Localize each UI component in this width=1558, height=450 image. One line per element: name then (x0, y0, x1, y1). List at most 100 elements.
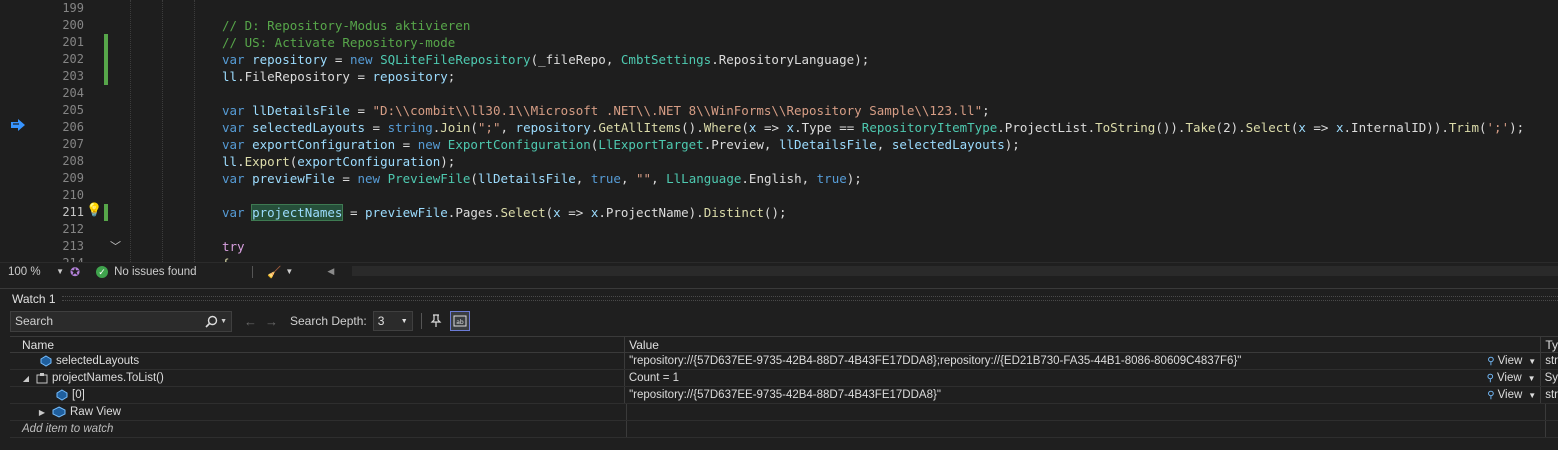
column-header-value[interactable]: Value (625, 337, 1542, 352)
method-result-icon (36, 372, 48, 384)
line-number: 207 (62, 137, 84, 151)
watch-name: [0] (72, 389, 85, 401)
chevron-down-icon: ▼ (1528, 390, 1537, 400)
line-number: 205 (62, 103, 84, 117)
watch-type-cell (1546, 421, 1550, 437)
watch-name-cell: selectedLayouts (10, 353, 626, 369)
watch-value-cell (627, 421, 1546, 437)
watch-type (1546, 404, 1550, 420)
search-depth-value: 3 (377, 314, 385, 328)
field-icon (56, 389, 68, 401)
watch-name-cell: Add item to watch (10, 421, 627, 437)
watch-type: str (1545, 389, 1558, 401)
chevron-down-icon[interactable]: ﹀ (110, 238, 121, 254)
code-line: try (222, 239, 245, 254)
watch-title-bar[interactable]: Watch 1 (0, 289, 1558, 308)
line-number-current: 211 (62, 205, 84, 219)
instruction-pointer-arrow-icon (11, 119, 25, 131)
magnifier-icon: ⚲ (1486, 372, 1494, 384)
field-icon (40, 355, 52, 367)
search-depth-select[interactable]: 3 ▼ (372, 311, 413, 331)
watch-row[interactable]: selectedLayouts "repository://{57D637EE-… (10, 353, 1558, 370)
collapse-arrow-icon[interactable]: ◢ (20, 374, 32, 383)
change-indicator (104, 34, 108, 85)
line-number: 214 (40, 255, 84, 262)
watch-value: Count = 1 (628, 372, 680, 384)
watch-name: Raw View (70, 406, 121, 418)
view-button[interactable]: ⚲ View ▼ (1487, 372, 1540, 384)
watch-toolbar: ▼ ← → Search Depth: 3 ▼ ab (0, 308, 1558, 334)
line-number: 210 (62, 188, 84, 202)
scroll-left-icon[interactable]: ◀ (327, 266, 334, 277)
watch-value-cell: Count = 1 ⚲ View ▼ (625, 370, 1541, 386)
code-line: var repository = new SQLiteFileRepositor… (222, 52, 870, 67)
line-number: 212 (62, 222, 84, 236)
search-box[interactable]: ▼ (10, 310, 232, 332)
lightbulb-icon[interactable]: 💡 (86, 202, 102, 218)
issues-label: No issues found (114, 265, 197, 278)
code-cleanup-button[interactable]: 🧹 ▼ (267, 265, 293, 279)
watch-row[interactable]: ▶ Raw View (10, 404, 1558, 421)
hex-display-icon[interactable]: ab (449, 311, 470, 331)
zoom-value: 100 % (8, 265, 41, 278)
code-line: var projectNames = previewFile.Pages.Sel… (222, 204, 787, 221)
divider (252, 265, 254, 278)
add-watch-row[interactable]: Add item to watch (10, 421, 1558, 438)
issues-indicator[interactable]: ✓ No issues found (96, 265, 252, 278)
pin-icon[interactable] (426, 311, 446, 331)
column-header-name[interactable]: Name (10, 337, 626, 352)
view-button[interactable]: ⚲ View ▼ (1487, 355, 1540, 367)
line-number: 202 (62, 52, 84, 66)
horizontal-scrollbar[interactable] (352, 266, 1558, 276)
chevron-down-icon: ▼ (56, 267, 64, 276)
code-line: ll.Export(exportConfiguration); (222, 154, 456, 169)
magnifier-icon: ⚲ (1487, 389, 1495, 401)
code-line: { (222, 255, 1558, 262)
change-indicator (104, 204, 108, 221)
line-number: 201 (62, 35, 84, 49)
code-editor[interactable]: 199 200 201 202 203 204 205 206 207 208 … (0, 0, 1558, 262)
code-line: var exportConfiguration = new ExportConf… (222, 137, 1020, 152)
line-number: 206 (62, 120, 84, 134)
indent-guide (130, 0, 131, 262)
code-line: ll.FileRepository = repository; (222, 69, 456, 84)
view-label: View (1497, 355, 1523, 367)
indent-guide (194, 0, 195, 262)
watch-row[interactable]: ◢ projectNames.ToList() Count = 1 ⚲ View… (10, 370, 1558, 387)
search-depth-label: Search Depth: (290, 314, 367, 328)
line-number: 208 (62, 154, 84, 168)
watch-value: "repository://{57D637EE-9735-42B4-88D7-4… (629, 389, 941, 401)
intellicode-icon[interactable]: ✪ (70, 265, 80, 279)
code-line: // D: Repository-Modus aktivieren (222, 18, 471, 33)
code-line: var previewFile = new PreviewFile(llDeta… (222, 171, 862, 186)
view-button[interactable]: ⚲ View ▼ (1487, 389, 1540, 401)
watch-type: str (1545, 355, 1558, 367)
watch-value: "repository://{57D637EE-9735-42B4-88D7-4… (629, 355, 1242, 367)
zoom-dropdown[interactable]: 100 % ▼ (8, 264, 66, 280)
column-header-type[interactable]: Ty (1541, 337, 1558, 352)
watch-row[interactable]: [0] "repository://{57D637EE-9735-42B4-88… (10, 387, 1558, 404)
watch-name: projectNames.ToList() (52, 372, 164, 384)
code-line: // US: Activate Repository-mode (222, 35, 456, 50)
line-number: 213 (62, 239, 84, 253)
line-number: 209 (62, 171, 84, 185)
divider (420, 313, 422, 329)
title-grip[interactable] (61, 296, 1558, 301)
search-forward-icon[interactable]: → (265, 314, 278, 329)
watch-value-cell (627, 404, 1546, 420)
search-back-icon[interactable]: ← (244, 314, 257, 329)
chevron-down-icon: ▼ (1527, 373, 1536, 383)
search-input[interactable] (15, 314, 195, 328)
watch-name: selectedLayouts (56, 355, 140, 367)
search-icon[interactable]: ▼ (205, 315, 227, 328)
code-lines[interactable]: // D: Repository-Modus aktivieren // US:… (222, 0, 1558, 262)
view-label: View (1497, 389, 1523, 401)
expand-arrow-icon[interactable]: ▶ (36, 408, 48, 417)
chevron-down-icon: ▼ (1528, 356, 1537, 366)
add-item-placeholder[interactable]: Add item to watch (21, 423, 113, 435)
line-number: 200 (62, 18, 84, 32)
code-line: var llDetailsFile = "D:\\combit\\ll30.1\… (222, 103, 990, 118)
